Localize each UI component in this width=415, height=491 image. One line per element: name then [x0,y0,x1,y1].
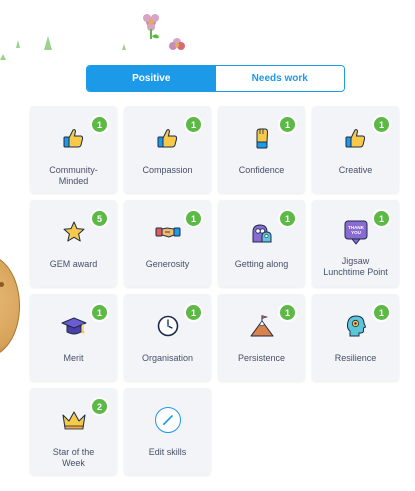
skill-count-badge: 1 [90,115,109,134]
thumbs-up-icon [61,125,87,151]
raised-fist-icon [249,125,275,151]
skill-card-gem-award[interactable]: 5 GEM award [30,200,117,287]
skill-card-community-minded[interactable]: 1 Community- Minded [30,106,117,193]
skill-label: Jigsaw Lunchtime Point [323,256,388,277]
skill-card-merit[interactable]: 1 Merit [30,294,117,381]
thumbs-up-icon [155,125,181,151]
flowers-decoration [143,14,185,50]
skill-label: Merit [63,353,84,363]
feedback-type-toggle: Positive Needs work [86,65,345,92]
skill-count-badge: 1 [372,209,391,228]
skill-label: Star of the Week [52,447,95,468]
skill-card-generosity[interactable]: 1 Generosity [124,200,211,287]
skill-label: Creative [338,165,373,175]
skill-card-confidence[interactable]: 1 Confidence [218,106,305,193]
skill-card-getting-along[interactable]: 1 Getting along [218,200,305,287]
skill-label: GEM award [49,259,98,269]
edit-skills-button[interactable]: Edit skills [124,388,211,475]
grass-decoration [0,36,126,60]
head-profile-icon [343,313,369,339]
monsters-group-icon [249,219,275,245]
skill-count-badge: 1 [90,303,109,322]
thank-you-card-icon: THANK YOU [343,219,369,245]
skill-count-badge: 2 [90,397,109,416]
page: Positive Needs work 1 Community- Minded [0,0,415,491]
mountain-flag-icon [249,313,275,339]
skill-label: Community- Minded [49,165,98,186]
skill-count-badge: 1 [278,115,297,134]
skill-count-badge: 1 [372,303,391,322]
skills-grid: 1 Community- Minded 1 Compassion 1 Confi… [30,106,399,475]
graduation-cap-icon [61,313,87,339]
skill-count-badge: 1 [372,115,391,134]
skill-label: Organisation [141,353,194,363]
skill-label: Resilience [334,353,377,363]
skill-count-badge: 5 [90,209,109,228]
crown-icon [61,407,87,433]
tab-needs-work[interactable]: Needs work [215,66,344,91]
skill-label: Confidence [238,165,285,175]
skill-label: Generosity [145,259,190,269]
skill-card-compassion[interactable]: 1 Compassion [124,106,211,193]
skill-card-persistence[interactable]: 1 Persistence [218,294,305,381]
star-icon [61,219,87,245]
cookie-decoration [0,255,20,357]
skill-count-badge: 1 [278,303,297,322]
tab-positive[interactable]: Positive [87,66,216,91]
skill-count-badge: 1 [278,209,297,228]
edit-skills-label: Edit skills [148,447,187,457]
skill-card-star-of-the-week[interactable]: 2 Star of the Week [30,388,117,475]
thank-you-text: YOU [351,230,361,235]
clock-icon [155,313,181,339]
skill-card-resilience[interactable]: 1 Resilience [312,294,399,381]
pencil-icon [154,407,181,433]
skill-card-organisation[interactable]: 1 Organisation [124,294,211,381]
edit-skills-icon-wrap [154,407,181,433]
skill-count-badge: 1 [184,303,203,322]
skill-label: Getting along [234,259,289,269]
handshake-icon [155,219,181,245]
skill-label: Persistence [237,353,286,363]
skill-card-creative[interactable]: 1 Creative [312,106,399,193]
skill-card-jigsaw-lunchtime-point[interactable]: THANK YOU 1 Jigsaw Lunchtime Point [312,200,399,287]
skill-count-badge: 1 [184,115,203,134]
thumbs-up-icon [343,125,369,151]
skill-count-badge: 1 [184,209,203,228]
skill-label: Compassion [142,165,193,175]
